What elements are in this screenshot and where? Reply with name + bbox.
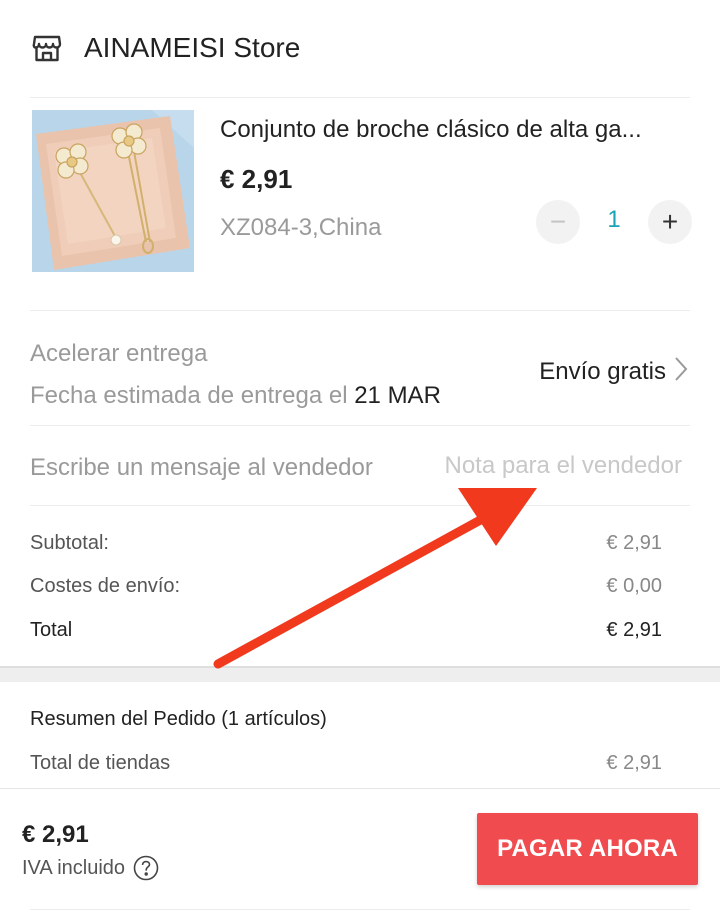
subtotal-row: Subtotal: € 2,91 bbox=[30, 532, 662, 562]
help-icon[interactable] bbox=[133, 855, 159, 881]
product-title[interactable]: Conjunto de broche clásico de alta ga... bbox=[220, 116, 690, 144]
store-totals: Subtotal: € 2,91 Costes de envío: € 0,00… bbox=[0, 522, 720, 662]
seller-message-row: Escribe un mensaje al vendedor bbox=[0, 426, 720, 506]
subtotal-label: Subtotal: bbox=[30, 532, 109, 554]
vat-label: IVA incluido bbox=[22, 856, 126, 879]
divider bbox=[30, 505, 690, 506]
product-item: Conjunto de broche clásico de alta ga...… bbox=[0, 98, 720, 308]
subtotal-value: € 2,91 bbox=[606, 532, 662, 554]
shipping-cost-value: € 0,00 bbox=[606, 575, 662, 597]
delivery-date: Fecha estimada de entrega el 21 MAR bbox=[30, 382, 441, 410]
seller-message-label: Escribe un mensaje al vendedor bbox=[30, 454, 373, 481]
total-label: Total bbox=[30, 619, 73, 641]
increase-quantity-button[interactable]: + bbox=[648, 200, 692, 244]
store-icon bbox=[32, 32, 64, 64]
store-header[interactable]: AINAMEISI Store bbox=[0, 0, 720, 96]
decrease-quantity-button[interactable]: − bbox=[536, 200, 580, 244]
order-summary: Resumen del Pedido (1 artículos) Total d… bbox=[0, 682, 720, 786]
divider bbox=[30, 310, 690, 311]
product-variant: XZ084-3,China bbox=[220, 214, 382, 241]
stores-total-row: Total de tiendas € 2,91 bbox=[30, 752, 662, 775]
delivery-section[interactable]: Acelerar entrega Fecha estimada de entre… bbox=[0, 312, 720, 424]
shipping-cost-label: Costes de envío: bbox=[30, 575, 181, 597]
checkout-bar: € 2,91 IVA incluido PAGAR AHORA bbox=[0, 788, 720, 912]
checkout-total-price: € 2,91 bbox=[22, 821, 89, 848]
order-summary-title: Resumen del Pedido (1 artículos) bbox=[30, 708, 327, 730]
chevron-right-icon bbox=[674, 356, 688, 387]
seller-note-input[interactable] bbox=[412, 448, 682, 484]
delivery-label: Acelerar entrega bbox=[30, 340, 208, 367]
quantity-value: 1 bbox=[607, 206, 621, 233]
stores-total-value: € 2,91 bbox=[606, 752, 662, 774]
pay-now-button[interactable]: PAGAR AHORA bbox=[477, 813, 698, 885]
shipping-option[interactable]: Envío gratis bbox=[539, 356, 688, 387]
delivery-date-value: 21 MAR bbox=[354, 382, 441, 409]
divider bbox=[30, 909, 690, 910]
section-separator bbox=[0, 666, 720, 682]
quantity-stepper: − 1 + bbox=[536, 200, 692, 244]
shipping-option-label: Envío gratis bbox=[539, 357, 666, 385]
vat-info: IVA incluido bbox=[22, 855, 159, 881]
delivery-date-prefix: Fecha estimada de entrega el bbox=[30, 382, 348, 409]
store-name[interactable]: AINAMEISI Store bbox=[84, 32, 300, 64]
shipping-cost-row: Costes de envío: € 0,00 bbox=[30, 575, 662, 605]
product-image[interactable] bbox=[32, 110, 194, 272]
product-price: € 2,91 bbox=[220, 164, 293, 194]
stores-total-label: Total de tiendas bbox=[30, 752, 171, 774]
total-value: € 2,91 bbox=[606, 619, 662, 641]
total-row: Total € 2,91 bbox=[30, 619, 662, 649]
